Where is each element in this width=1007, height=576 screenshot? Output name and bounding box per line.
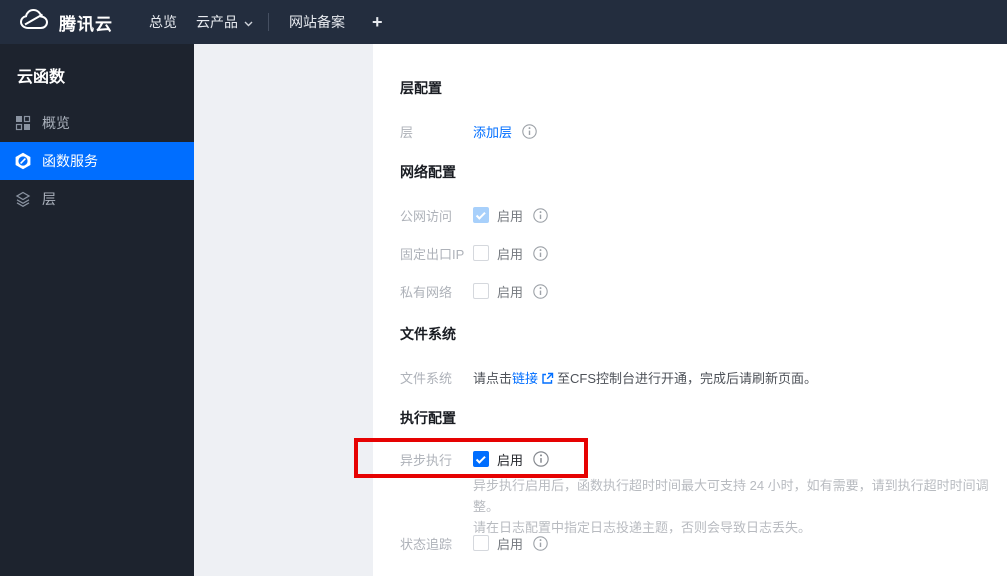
- filesystem-text-before: 请点击: [473, 370, 513, 386]
- sidebar: 云函数 概览 函数服务 层: [0, 44, 194, 576]
- page: 腾讯云 总览 云产品 网站备案 + 云函数 概览 函数服务 层 层配置 层 添加…: [0, 0, 1007, 576]
- enable-label: 启用: [497, 284, 524, 300]
- public-access-checkbox: [473, 207, 489, 223]
- status-tracking-checkbox[interactable]: [473, 535, 489, 551]
- info-icon[interactable]: [533, 535, 548, 551]
- async-note-line1: 异步执行启用后，函数执行超时时间最大可支持 24 小时，如有需要，请到执行超时时…: [473, 478, 989, 514]
- add-layer-link[interactable]: 添加层: [473, 122, 512, 141]
- filesystem-row: 文件系统 请点击 链接 至CFS控制台进行开通，完成后请刷新页面。: [400, 366, 817, 388]
- settings-panel: 层配置 层 添加层 网络配置 公网访问 启用 固定出口IP 启用 私有网络 启用…: [373, 44, 1007, 576]
- info-icon[interactable]: [533, 283, 548, 299]
- async-execution-note: 异步执行启用后，函数执行超时时间最大可支持 24 小时，如有需要，请到执行超时时…: [473, 475, 1007, 538]
- brand-name: 腾讯云: [59, 14, 113, 34]
- section-title-network-config: 网络配置: [400, 164, 456, 180]
- public-access-label: 公网访问: [400, 208, 453, 224]
- status-tracking-row: 状态追踪 启用: [400, 532, 548, 554]
- layer-label: 层: [400, 124, 414, 140]
- sidebar-item-label: 层: [42, 191, 56, 207]
- brand[interactable]: 腾讯云: [18, 8, 113, 37]
- enable-label: 启用: [497, 208, 524, 224]
- sidebar-item-overview[interactable]: 概览: [0, 104, 194, 142]
- filesystem-text-after: 至CFS控制台进行开通，完成后请刷新页面。: [557, 370, 818, 386]
- fixed-ip-checkbox[interactable]: [473, 245, 489, 261]
- layers-icon: [14, 190, 32, 208]
- async-execution-checkbox[interactable]: [473, 451, 489, 467]
- enable-label: 启用: [497, 452, 524, 468]
- cfs-link[interactable]: 链接: [512, 368, 538, 387]
- info-icon[interactable]: [533, 451, 549, 467]
- fixed-ip-label: 固定出口IP: [400, 246, 465, 262]
- sidebar-item-function-service[interactable]: 函数服务: [0, 142, 194, 180]
- layer-row: 层 添加层: [400, 120, 537, 142]
- async-note-line2: 请在日志配置中指定日志投递主题，否则会导致日志丢失。: [473, 520, 812, 535]
- enable-label: 启用: [497, 246, 524, 262]
- nav-item-icp-filing[interactable]: 网站备案: [289, 12, 345, 32]
- filesystem-label: 文件系统: [400, 370, 453, 386]
- main-area: 层配置 层 添加层 网络配置 公网访问 启用 固定出口IP 启用 私有网络 启用…: [194, 44, 1007, 576]
- async-execution-row: 异步执行 启用: [400, 448, 549, 470]
- public-access-row: 公网访问 启用: [400, 204, 548, 226]
- sidebar-menu: 概览 函数服务 层: [0, 104, 194, 218]
- tencent-cloud-logo-icon: [18, 8, 50, 37]
- top-navbar: 腾讯云 总览 云产品 网站备案 +: [0, 0, 1007, 44]
- external-link-icon: [541, 372, 554, 385]
- private-network-label: 私有网络: [400, 284, 453, 300]
- section-title-layer-config: 层配置: [400, 80, 442, 96]
- private-network-row: 私有网络 启用: [400, 280, 548, 302]
- sidebar-title: 云函数: [17, 69, 66, 86]
- enable-label: 启用: [497, 536, 524, 552]
- status-tracking-label: 状态追踪: [400, 536, 453, 552]
- grid-icon: [14, 114, 32, 132]
- info-icon[interactable]: [533, 207, 548, 223]
- fixed-ip-row: 固定出口IP 启用: [400, 242, 548, 264]
- info-icon[interactable]: [533, 245, 548, 261]
- chevron-down-icon: [244, 14, 253, 30]
- sidebar-item-label: 函数服务: [42, 153, 98, 169]
- function-service-icon: [14, 152, 32, 170]
- section-title-execution-config: 执行配置: [400, 410, 456, 426]
- nav-item-cloud-products[interactable]: 云产品: [196, 12, 253, 32]
- info-icon[interactable]: [522, 123, 537, 139]
- sidebar-item-label: 概览: [42, 115, 70, 131]
- private-network-checkbox[interactable]: [473, 283, 489, 299]
- sidebar-item-layers[interactable]: 层: [0, 180, 194, 218]
- nav-divider: [268, 13, 269, 31]
- async-execution-label: 异步执行: [400, 452, 453, 468]
- nav-item-overview[interactable]: 总览: [149, 12, 177, 32]
- nav-add-button[interactable]: +: [372, 12, 383, 33]
- section-title-filesystem: 文件系统: [400, 326, 456, 342]
